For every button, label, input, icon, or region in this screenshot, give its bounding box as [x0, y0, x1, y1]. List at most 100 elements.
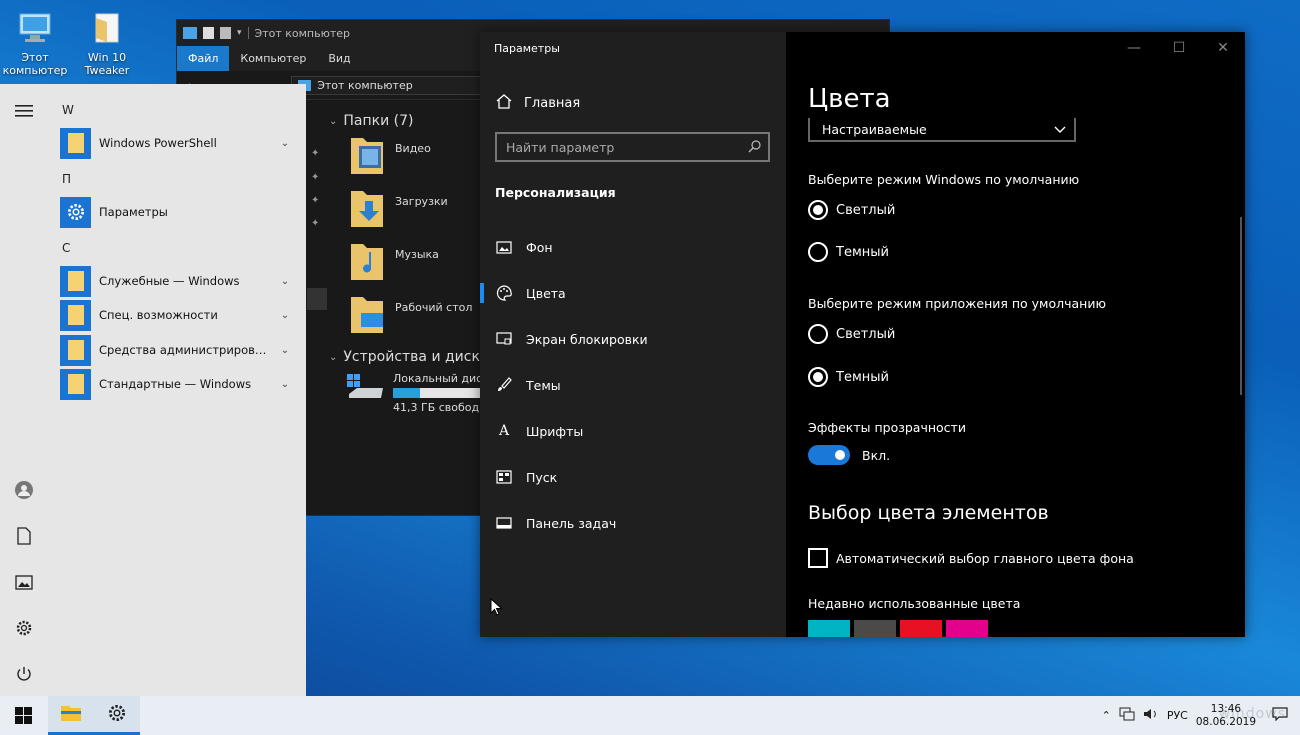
- home-icon: [496, 94, 512, 113]
- settings-sidebar: Параметры Главная Найти параметр Персона…: [480, 32, 786, 637]
- gear-icon: [107, 703, 127, 726]
- chevron-up-icon[interactable]: ⌃: [1102, 709, 1111, 722]
- color-swatch[interactable]: [900, 620, 942, 637]
- settings-content: — ☐ ✕ Цвета Настраиваемые Выберите режим…: [786, 32, 1245, 637]
- local-disk-item[interactable]: Локальный диск 41,3 ГБ свободно: [329, 372, 494, 414]
- settings-search-input[interactable]: Найти параметр: [495, 132, 770, 162]
- user-icon[interactable]: [12, 478, 36, 502]
- taskbar-explorer[interactable]: [48, 696, 94, 735]
- folder-icon: [60, 368, 91, 400]
- pictures-icon[interactable]: [12, 570, 36, 594]
- volume-icon[interactable]: [1143, 707, 1159, 724]
- qat-dropdown-icon[interactable]: ▾: [237, 28, 242, 38]
- group-letter-w[interactable]: W: [62, 103, 74, 117]
- network-icon[interactable]: [1119, 707, 1135, 724]
- color-choice-select[interactable]: Настраиваемые: [808, 118, 1076, 142]
- section-title: Персонализация: [495, 185, 616, 200]
- new-folder-icon[interactable]: [220, 27, 231, 39]
- desktop-icon-this-pc[interactable]: Этот компьютер: [0, 8, 70, 77]
- desktop-icon-tweaker[interactable]: Win 10 Tweaker: [72, 8, 142, 77]
- app-mode-light-radio[interactable]: Светлый: [808, 324, 895, 344]
- computer-icon: [15, 8, 55, 48]
- app-accessories[interactable]: Стандартные — Windows ⌄: [60, 368, 292, 400]
- start-menu[interactable]: W Windows PowerShell ⌄ П Параметры С Слу…: [0, 84, 306, 696]
- toggle-state: Вкл.: [862, 447, 891, 463]
- settings-gear-icon[interactable]: [12, 616, 36, 640]
- recent-colors-label: Недавно использованные цвета: [808, 596, 1021, 611]
- folder-icon: [60, 265, 91, 297]
- chevron-down-icon: ⌄: [329, 351, 338, 363]
- folders-group-header[interactable]: ⌄ Папки (7): [329, 110, 489, 132]
- nav-home[interactable]: Главная: [496, 94, 580, 113]
- address-text: Этот компьютер: [317, 78, 413, 92]
- chevron-down-icon: ⌄: [280, 309, 290, 321]
- color-swatch[interactable]: [808, 620, 850, 637]
- disk-free: 41,3 ГБ свободно: [393, 401, 494, 414]
- radio-selected-dot: [813, 372, 823, 382]
- chevron-down-icon: ⌄: [280, 378, 290, 390]
- transparency-label: Эффекты прозрачности: [808, 420, 966, 435]
- folder-icon: [60, 299, 91, 331]
- folder-videos[interactable]: Видео: [329, 132, 489, 185]
- close-button[interactable]: ✕: [1208, 40, 1238, 56]
- taskbar-settings[interactable]: [94, 696, 140, 735]
- app-mode-label: Выберите режим приложения по умолчанию: [808, 296, 1106, 311]
- nav-taskbar[interactable]: Панель задач: [480, 503, 786, 543]
- group-letter-p[interactable]: П: [62, 172, 71, 186]
- clock[interactable]: 13:46 08.06.2019: [1196, 703, 1256, 729]
- folder-desktop[interactable]: Рабочий стол: [329, 291, 489, 344]
- windows-mode-dark-radio[interactable]: Темный: [808, 242, 889, 262]
- window-title: Параметры: [494, 42, 560, 55]
- tweaker-folder-icon: [87, 8, 127, 48]
- computer-icon: [183, 27, 197, 39]
- windows-mode-light-radio[interactable]: Светлый: [808, 200, 895, 220]
- power-icon[interactable]: [12, 662, 36, 686]
- palette-icon: [496, 285, 512, 301]
- group-letter-s[interactable]: С: [62, 241, 70, 255]
- devices-group-header[interactable]: ⌄ Устройства и диски: [329, 346, 489, 368]
- notifications-icon[interactable]: [1272, 707, 1288, 724]
- desktop-icon-label: Этот компьютер: [2, 51, 68, 77]
- app-accessibility[interactable]: Спец. возможности ⌄: [60, 299, 292, 331]
- ribbon-tab-computer[interactable]: Компьютер: [229, 46, 317, 71]
- color-swatch[interactable]: [854, 620, 896, 637]
- settings-window[interactable]: Параметры Главная Найти параметр Персона…: [480, 32, 1245, 637]
- brush-icon: [496, 377, 512, 393]
- nav-start[interactable]: Пуск: [480, 457, 786, 497]
- folder-music[interactable]: Музыка: [329, 238, 489, 291]
- nav-themes[interactable]: Темы: [480, 365, 786, 405]
- properties-icon[interactable]: [203, 27, 214, 39]
- taskbar: windows ⌃ РУС 13:46 08.06.2019: [0, 696, 1300, 735]
- nav-lock-screen[interactable]: Экран блокировки: [480, 319, 786, 359]
- transparency-toggle[interactable]: Вкл.: [808, 445, 890, 465]
- ribbon-tab-file[interactable]: Файл: [177, 46, 230, 71]
- app-windows-powershell[interactable]: Windows PowerShell ⌄: [60, 127, 292, 159]
- taskbar-icon: [496, 515, 512, 531]
- auto-accent-checkbox[interactable]: Автоматический выбор главного цвета фона: [808, 548, 1134, 568]
- explorer-title: Этот компьютер: [254, 26, 351, 40]
- language-indicator[interactable]: РУС: [1167, 709, 1188, 722]
- nav-colors[interactable]: Цвета: [480, 273, 786, 313]
- minimize-button[interactable]: —: [1119, 40, 1149, 56]
- color-swatch[interactable]: [946, 620, 988, 637]
- nav-background[interactable]: Фон: [480, 227, 786, 267]
- documents-icon[interactable]: [12, 524, 36, 548]
- app-admin-tools[interactable]: Средства администрирования... ⌄: [60, 334, 292, 366]
- hamburger-menu-icon[interactable]: [12, 99, 36, 123]
- app-mode-dark-radio[interactable]: Темный: [808, 367, 889, 387]
- app-system-tools[interactable]: Служебные — Windows ⌄: [60, 265, 292, 297]
- accent-section-title: Выбор цвета элементов: [808, 502, 1049, 524]
- quick-access-pins: ✦ ✦ ✦ ✦: [307, 100, 327, 495]
- folder-downloads[interactable]: Загрузки: [329, 185, 489, 238]
- ribbon-tab-view[interactable]: Вид: [317, 46, 361, 71]
- desktop-icon-label: Win 10 Tweaker: [84, 51, 130, 77]
- nav-fonts[interactable]: A Шрифты: [480, 411, 786, 451]
- search-icon[interactable]: [748, 139, 762, 156]
- search-placeholder: Найти параметр: [506, 139, 615, 155]
- scrollbar[interactable]: [1240, 217, 1242, 395]
- start-button[interactable]: [0, 696, 46, 735]
- maximize-button[interactable]: ☐: [1164, 40, 1194, 56]
- folder-icon: [60, 334, 91, 366]
- app-settings[interactable]: Параметры: [60, 196, 292, 228]
- chevron-down-icon: ⌄: [329, 115, 338, 127]
